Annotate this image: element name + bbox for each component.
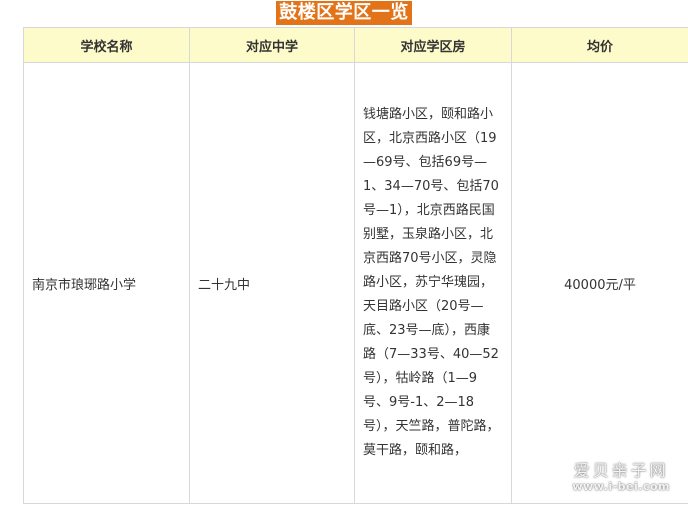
- header-district-housing: 对应学区房: [354, 27, 512, 63]
- page: 鼓楼区学区一览 学校名称 对应中学 对应学区房 均价 南京市琅琊路小学 二十九中…: [0, 0, 688, 506]
- page-title: 鼓楼区学区一览: [276, 1, 412, 25]
- header-school-name: 学校名称: [23, 27, 190, 63]
- cell-school-name: 南京市琅琊路小学: [23, 62, 190, 504]
- cell-average-price: 40000元/平: [511, 62, 688, 504]
- watermark-url: www.i-bei.com: [572, 480, 670, 493]
- table-header-row: 学校名称 对应中学 对应学区房 均价: [23, 27, 688, 63]
- site-watermark: 爱贝亲子网 www.i-bei.com: [572, 461, 670, 493]
- title-bar: 鼓楼区学区一览: [0, 0, 688, 27]
- watermark-name: 爱贝亲子网: [573, 461, 669, 480]
- school-district-table: 学校名称 对应中学 对应学区房 均价 南京市琅琊路小学 二十九中 钱塘路小区，颐…: [23, 27, 688, 504]
- header-average-price: 均价: [511, 27, 688, 63]
- table-row: 南京市琅琊路小学 二十九中 钱塘路小区，颐和路小区，北京西路小区（19—69号、…: [23, 62, 688, 504]
- cell-district-housing: 钱塘路小区，颐和路小区，北京西路小区（19—69号、包括69号—1、34—70号…: [354, 62, 512, 504]
- cell-middle-school: 二十九中: [189, 62, 355, 504]
- header-middle-school: 对应中学: [189, 27, 355, 63]
